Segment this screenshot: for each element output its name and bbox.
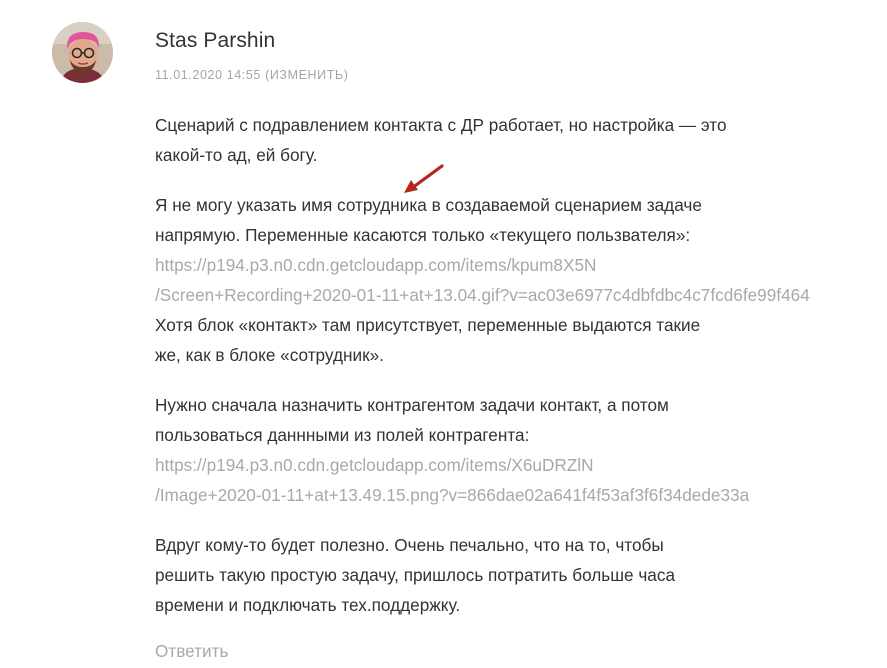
comment-paragraph-1: Сценарий с подравлением контакта с ДР ра… — [155, 110, 880, 170]
comment-author[interactable]: Stas Parshin — [155, 29, 275, 53]
text-line: Нужно сначала назначить контрагентом зад… — [155, 395, 669, 415]
comment: Stas Parshin 11.01.2020 14:55 (ИЗМЕНИТЬ)… — [0, 0, 887, 668]
text-line: напрямую. Переменные касаются только «те… — [155, 225, 691, 245]
text-line: Вдруг кому-то будет полезно. Очень печал… — [155, 535, 664, 555]
link-image[interactable]: https://p194.p3.n0.cdn.getcloudapp.com/i… — [155, 450, 880, 510]
text-line: времени и подключать тех.поддержку. — [155, 595, 461, 615]
text-line: какой-то ад, ей богу. — [155, 145, 318, 165]
avatar[interactable] — [52, 22, 113, 83]
red-arrow-annotation-icon — [404, 164, 444, 193]
comment-body: Сценарий с подравлением контакта с ДР ра… — [155, 110, 880, 640]
text-line: Я не могу указать имя сотрудника в созда… — [155, 195, 702, 215]
comment-meta: 11.01.2020 14:55 (ИЗМЕНИТЬ) — [155, 68, 349, 82]
text-line: же, как в блоке «сотрудник». — [155, 345, 384, 365]
text-line: Хотя блок «контакт» там присутствует, пе… — [155, 315, 701, 335]
link-line[interactable]: https://p194.p3.n0.cdn.getcloudapp.com/i… — [155, 255, 596, 275]
text-line: пользоваться даннными из полей контраген… — [155, 425, 530, 445]
comment-paragraph-2: Я не могу указать имя сотрудника в созда… — [155, 190, 880, 370]
comment-edit-link[interactable]: (ИЗМЕНИТЬ) — [265, 68, 348, 82]
comment-date[interactable]: 11.01.2020 14:55 — [155, 68, 261, 82]
comment-paragraph-3: Нужно сначала назначить контрагентом зад… — [155, 390, 880, 510]
text-line: Сценарий с подравлением контакта с ДР ра… — [155, 115, 727, 135]
reply-button[interactable]: Ответить — [155, 641, 228, 662]
link-line[interactable]: /Screen+Recording+2020-01-11+at+13.04.gi… — [155, 285, 810, 305]
link-screen-recording[interactable]: https://p194.p3.n0.cdn.getcloudapp.com/i… — [155, 250, 880, 310]
comment-paragraph-4: Вдруг кому-то будет полезно. Очень печал… — [155, 530, 880, 620]
link-line[interactable]: /Image+2020-01-11+at+13.49.15.png?v=866d… — [155, 485, 749, 505]
link-line[interactable]: https://p194.p3.n0.cdn.getcloudapp.com/i… — [155, 455, 594, 475]
avatar-image — [52, 22, 113, 83]
text-line: решить такую простую задачу, пришлось по… — [155, 565, 676, 585]
